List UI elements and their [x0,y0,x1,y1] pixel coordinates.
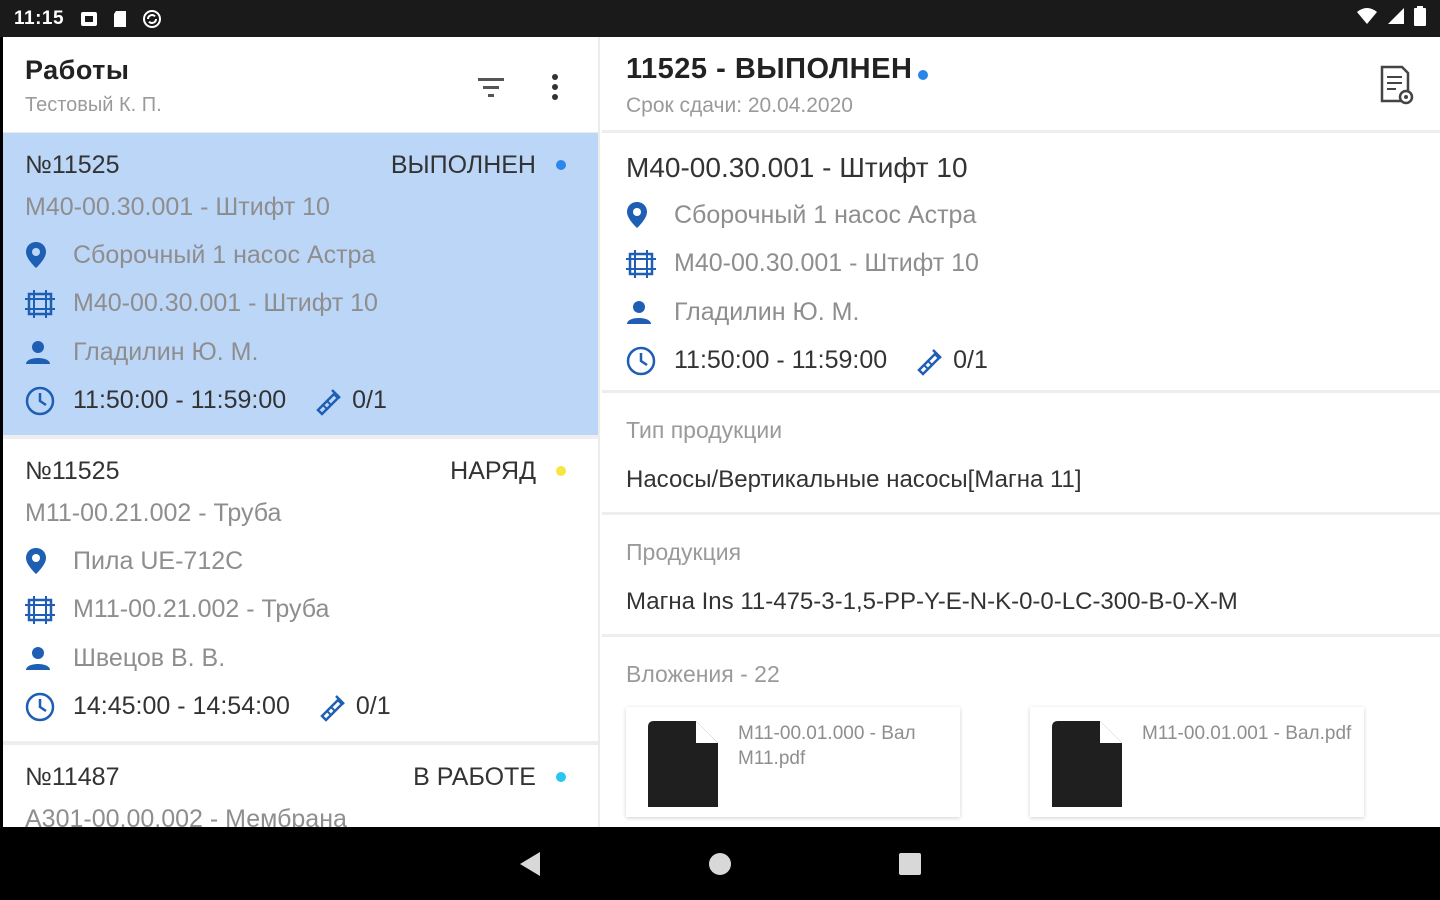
product-section: Продукция Магна Ins 11-475-3-1,5-PP-Y-E-… [602,515,1440,637]
worker-text: Швецов В. В. [73,643,226,672]
status-label: НАРЯД [450,456,536,485]
order-number: №11487 [25,762,120,791]
drawing-icon [25,594,61,626]
worker-text: Гладилин Ю. М. [674,297,860,326]
home-circle-icon [709,852,731,875]
location-text: Сборочный 1 насос Астра [73,240,376,269]
attachment-card[interactable]: M11-00.01.001 - Вал.pdf [1030,707,1364,817]
app-window: Работы Тестовый К. П. №11525 ВЫПОЛНЕН M4… [3,37,1440,827]
navigation-bar [0,827,1440,900]
recents-button[interactable] [890,844,930,884]
recents-square-icon [899,852,921,875]
work-list-pane: Работы Тестовый К. П. №11525 ВЫПОЛНЕН M4… [3,37,600,827]
status-label: В РАБОТЕ [413,762,536,791]
sync-icon [142,9,162,29]
location-text: Сборочный 1 насос Астра [674,200,977,229]
product-value: Магна Ins 11-475-3-1,5-PP-Y-E-N-K-0-0-LC… [626,588,1238,615]
product-type-label: Тип продукции [626,416,783,443]
tool-icon [312,386,342,416]
left-header: Работы Тестовый К. П. [3,37,598,133]
drawing-icon [626,248,662,280]
person-icon [626,296,662,328]
detail-summary: M40-00.30.001 - Штифт 10 Сборочный 1 нас… [602,133,1440,393]
filter-button[interactable] [471,67,511,107]
detail-header: 11525 - ВЫПОЛНЕН Срок сдачи: 20.04.2020 [602,37,1440,133]
sd-card-icon [112,10,128,28]
wifi-icon [1356,7,1378,30]
location-pin-icon [25,239,61,271]
clock-icon [25,385,61,417]
attachment-name: M11-00.01.000 - Вал M11.pdf [738,723,916,769]
clock-icon [25,691,61,723]
tool-icon [316,692,346,722]
status-bar: 11:15 [0,0,1440,37]
drawing-text: M40-00.30.001 - Штифт 10 [674,249,979,278]
status-dot [556,160,566,170]
due-date: Срок сдачи: 20.04.2020 [626,94,853,117]
progress-count: 0/1 [352,386,387,415]
order-number: №11525 [25,456,120,485]
back-button[interactable] [510,844,550,884]
product-type-section: Тип продукции Насосы/Вертикальные насосы… [602,393,1440,515]
status-time: 11:15 [14,7,65,29]
work-card[interactable]: №11525 НАРЯД M11-00.21.002 - Труба Пила … [3,439,598,745]
location-pin-icon [25,545,61,577]
work-card[interactable]: №11487 В РАБОТЕ А301-00.00.002 - Мембран… [3,745,598,827]
time-range: 11:50:00 - 11:59:00 [674,346,888,375]
part-name: M11-00.21.002 - Труба [25,498,282,527]
file-icon [648,721,718,807]
work-card-selected[interactable]: №11525 ВЫПОЛНЕН M40-00.30.001 - Штифт 10… [3,133,598,439]
progress-count: 0/1 [953,346,988,375]
product-label: Продукция [626,538,742,565]
order-number: №11525 [25,150,120,179]
work-detail-pane: 11525 - ВЫПОЛНЕН Срок сдачи: 20.04.2020 … [602,37,1440,827]
clock-icon [626,345,662,377]
status-dot [556,466,566,476]
location-text: Пила UE-712C [73,546,244,575]
notification-icon [80,11,98,27]
battery-icon [1414,6,1426,31]
person-icon [25,336,61,368]
detail-part-name: M40-00.30.001 - Штифт 10 [626,152,968,183]
part-name: M40-00.30.001 - Штифт 10 [25,192,330,221]
signal-icon [1386,7,1406,30]
progress-count: 0/1 [355,692,391,721]
location-pin-icon [626,199,662,231]
document-settings-icon [1380,65,1414,105]
attachments-section: Вложения - 22 M11-00.01.000 - Вал M11.pd… [602,637,1440,817]
more-vert-icon [552,74,558,100]
time-range: 11:50:00 - 11:59:00 [73,386,287,415]
attachment-card[interactable]: M11-00.01.000 - Вал M11.pdf [626,707,960,817]
drawing-icon [25,288,61,320]
time-range: 14:45:00 - 14:54:00 [73,692,290,721]
back-triangle-icon [520,851,540,876]
worker-text: Гладилин Ю. М. [73,337,259,366]
product-type-value: Насосы/Вертикальные насосы[Магна 11] [626,466,1082,493]
report-button[interactable] [1378,65,1418,105]
status-label: ВЫПОЛНЕН [390,150,536,179]
status-dot [556,772,566,782]
attachment-name: M11-00.01.001 - Вал.pdf [1142,723,1352,744]
drawing-text: M40-00.30.001 - Штифт 10 [73,289,378,318]
tool-icon [913,346,943,376]
filter-icon [478,78,504,97]
home-button[interactable] [700,844,740,884]
detail-title: 11525 - ВЫПОЛНЕН [626,53,913,85]
file-icon [1052,721,1122,807]
part-name: А301-00.00.002 - Мембрана [25,804,347,828]
more-options-button[interactable] [535,67,575,107]
drawing-text: M11-00.21.002 - Труба [73,595,330,624]
status-dot [918,70,929,80]
person-icon [25,642,61,674]
attachments-label: Вложения - 22 [626,660,780,687]
